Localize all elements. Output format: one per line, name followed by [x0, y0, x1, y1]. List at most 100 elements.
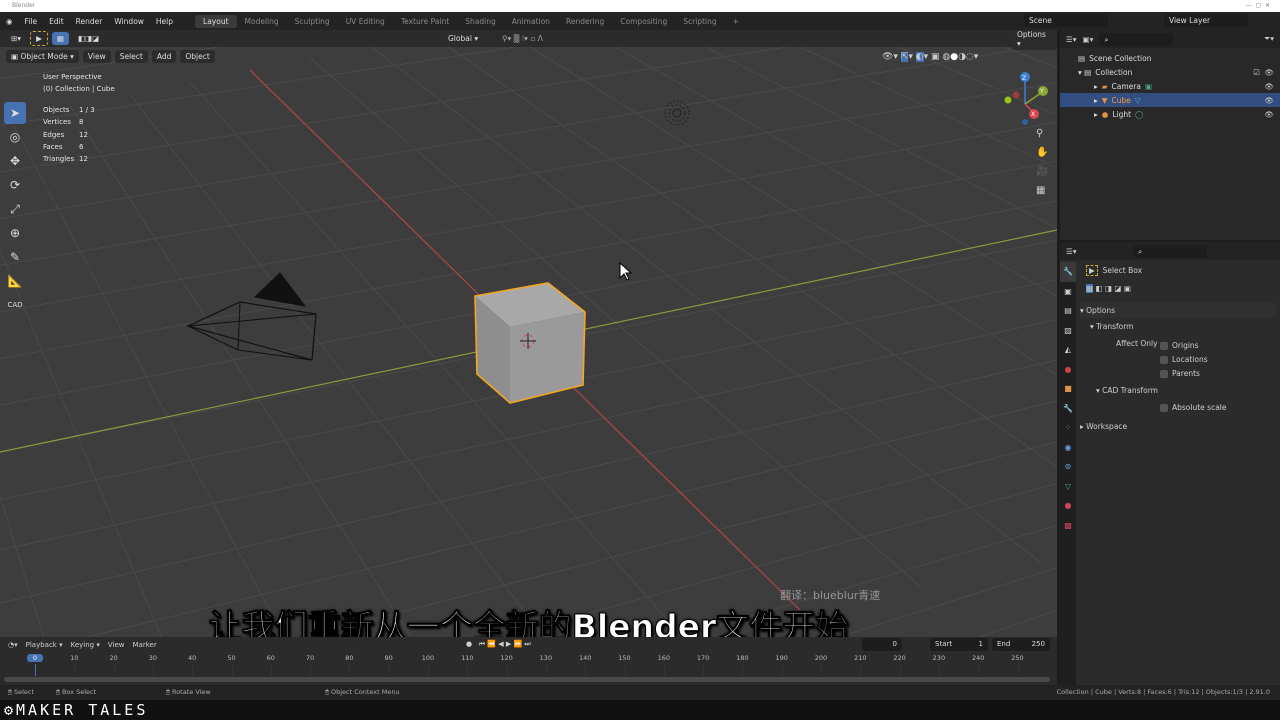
object-tab-icon[interactable]: ■	[1060, 379, 1076, 399]
physics-tab-icon[interactable]: ◉	[1060, 438, 1076, 458]
rotate-tool[interactable]: ⟳	[4, 174, 26, 196]
scene-selector[interactable]: Scene	[1024, 14, 1108, 27]
camera-object[interactable]	[186, 272, 317, 361]
material-tab-icon[interactable]: ●	[1060, 496, 1076, 516]
workspace-panel[interactable]: ▸ Workspace	[1080, 422, 1276, 431]
tab-texture-paint[interactable]: Texture Paint	[393, 15, 457, 28]
navigation-gizmo[interactable]: Z Y X	[1004, 72, 1049, 125]
mode-dropdown[interactable]: ▣ Object Mode ▾	[6, 50, 79, 63]
render-tab-icon[interactable]: ▣	[1060, 282, 1076, 302]
origins-checkbox[interactable]: Origins	[1160, 339, 1208, 353]
texture-tab-icon[interactable]: ▩	[1060, 516, 1076, 536]
output-tab-icon[interactable]: ▤	[1060, 301, 1076, 321]
cad-transform-subpanel[interactable]: ▾ CAD Transform	[1096, 386, 1276, 395]
window-controls[interactable]: — ▢ ✕	[1246, 0, 1270, 12]
snap-icons[interactable]: ⚲▾ ▒ ⁝▾ ▫ Λ	[502, 34, 543, 43]
menu-window[interactable]: Window	[108, 17, 150, 26]
outliner-collection[interactable]: ▾ ▤ Collection ☑ 👁	[1060, 65, 1280, 79]
camera-view-icon[interactable]: 🎥	[1036, 162, 1048, 181]
timeline-scrollbar[interactable]	[4, 677, 1050, 682]
select-tool[interactable]: ➤	[4, 102, 26, 124]
transform-subpanel[interactable]: ▾ Transform	[1090, 322, 1276, 331]
gizmo-z-label[interactable]: Z	[1022, 75, 1026, 82]
data-tab-icon[interactable]: ▽	[1060, 477, 1076, 497]
scene-tab-icon[interactable]: ◭	[1060, 340, 1076, 360]
view-layer-selector[interactable]: View Layer	[1164, 14, 1248, 27]
menu-file[interactable]: File	[19, 17, 44, 26]
outliner-search[interactable]: ⌕	[1099, 32, 1174, 46]
editor-type-button[interactable]: ⊞▾	[6, 32, 27, 45]
frame-ruler[interactable]: 0 10 20 30 40 50 60 70 80 90 100 110 120 130 140 150 160…	[0, 654, 1057, 676]
view-layer-tab-icon[interactable]: ▨	[1060, 321, 1076, 341]
outliner-item-camera[interactable]: ▸ ▰ Camera ▣ 👁	[1060, 79, 1280, 93]
tab-sculpting[interactable]: Sculpting	[287, 15, 338, 28]
display-mode-button[interactable]: ☰▾	[1066, 35, 1077, 44]
editor-type-button[interactable]: ◔▾	[8, 641, 18, 649]
tab-layout[interactable]: Layout	[195, 14, 237, 28]
tab-compositing[interactable]: Compositing	[612, 15, 675, 28]
properties-search[interactable]: ⌕	[1133, 245, 1207, 258]
tab-animation[interactable]: Animation	[504, 15, 558, 28]
modifier-tab-icon[interactable]: 🔧	[1060, 399, 1076, 419]
playback-controls[interactable]: ● ⏮ ⏪ ◀ ▶ ⏩ ⏭	[466, 640, 531, 649]
filter-icon[interactable]: ⏷▾	[1264, 34, 1274, 44]
cube-object[interactable]	[474, 282, 586, 404]
viewport-shading-buttons[interactable]: 👁▾ ⇱▾ ◐▾ ▣ ◍●◑◌▾	[882, 51, 978, 62]
menu-select[interactable]: Select	[114, 50, 148, 63]
menu-keying[interactable]: Keying ▾	[71, 641, 100, 649]
selection-mode-buttons[interactable]: ▦ ◧ ◨ ◪ ▣	[1086, 284, 1276, 293]
add-workspace-button[interactable]: +	[725, 15, 747, 28]
cad-tool[interactable]: CAD	[4, 294, 26, 316]
gizmo-y-label[interactable]: Y	[1039, 88, 1044, 95]
end-frame-field[interactable]: End 250	[992, 638, 1050, 651]
outliner-item-cube[interactable]: ▸ ▼ Cube ▽ 👁	[1060, 93, 1280, 107]
filter-view-button[interactable]: ▣▾	[1083, 35, 1094, 44]
menu-help[interactable]: Help	[150, 17, 179, 26]
current-frame-field[interactable]: 0	[862, 638, 902, 651]
pan-hand-icon[interactable]: ✋	[1036, 143, 1048, 162]
particles-tab-icon[interactable]: ⁘	[1060, 418, 1076, 438]
outliner-item-light[interactable]: ▸ ● Light ◯ 👁	[1060, 107, 1280, 121]
menu-view[interactable]: View	[82, 50, 111, 63]
absolute-scale-checkbox[interactable]: Absolute scale	[1160, 403, 1276, 412]
transform-tool[interactable]: ⊕	[4, 222, 26, 244]
menu-edit[interactable]: Edit	[43, 17, 70, 26]
annotate-tool[interactable]: ✎	[4, 246, 26, 268]
select-box-tool[interactable]: ▶	[30, 31, 48, 46]
menu-marker[interactable]: Marker	[133, 641, 157, 649]
locations-checkbox[interactable]: Locations	[1160, 353, 1208, 367]
select-mode-extend[interactable]: ◧◨◪	[72, 32, 105, 45]
3d-viewport[interactable]: Z Y X ⊞▾ ▶ ▦ ◧◨◪ Global ▾ ⚲▾ ▒ ⁝▾ ▫ Λ Opti…	[0, 30, 1057, 637]
options-dropdown[interactable]: Options ▾	[1012, 30, 1057, 50]
tab-scripting[interactable]: Scripting	[675, 15, 724, 28]
cursor-tool[interactable]: ◎	[4, 126, 26, 148]
zoom-icon[interactable]: ⚲	[1036, 124, 1048, 143]
light-object[interactable]	[664, 100, 690, 126]
outliner-scene-collection[interactable]: ▤ Scene Collection	[1060, 51, 1280, 65]
gizmo-x-label[interactable]: X	[1031, 111, 1035, 118]
tab-uv-editing[interactable]: UV Editing	[338, 15, 393, 28]
tab-shading[interactable]: Shading	[457, 15, 503, 28]
scale-tool[interactable]: ⤢	[4, 198, 26, 220]
select-mode-new[interactable]: ▦	[51, 32, 69, 45]
view-navigation[interactable]: ⚲ ✋ 🎥 ▦	[1036, 124, 1048, 200]
menu-add[interactable]: Add	[151, 50, 177, 63]
start-frame-field[interactable]: Start 1	[930, 638, 988, 651]
blender-logo-icon[interactable]: ◉	[0, 17, 19, 26]
measure-tool[interactable]: 📐	[4, 270, 26, 292]
constraints-tab-icon[interactable]: ⊚	[1060, 457, 1076, 477]
menu-render[interactable]: Render	[70, 17, 109, 26]
options-panel[interactable]: ▾ Options	[1080, 303, 1276, 318]
tab-rendering[interactable]: Rendering	[558, 15, 612, 28]
move-tool[interactable]: ✥	[4, 150, 26, 172]
parents-checkbox[interactable]: Parents	[1160, 367, 1208, 381]
grid-toggle-icon[interactable]: ▦	[1036, 181, 1048, 200]
editor-type-button[interactable]: ☰▾	[1066, 247, 1077, 256]
tab-modeling[interactable]: Modeling	[237, 15, 287, 28]
menu-object[interactable]: Object	[180, 50, 215, 63]
orientation-dropdown[interactable]: Global ▾	[443, 32, 497, 45]
tool-tab-icon[interactable]: 🔧	[1060, 262, 1076, 282]
menu-playback[interactable]: Playback ▾	[26, 641, 63, 649]
world-tab-icon[interactable]: ●	[1060, 360, 1076, 380]
menu-view[interactable]: View	[108, 641, 125, 649]
